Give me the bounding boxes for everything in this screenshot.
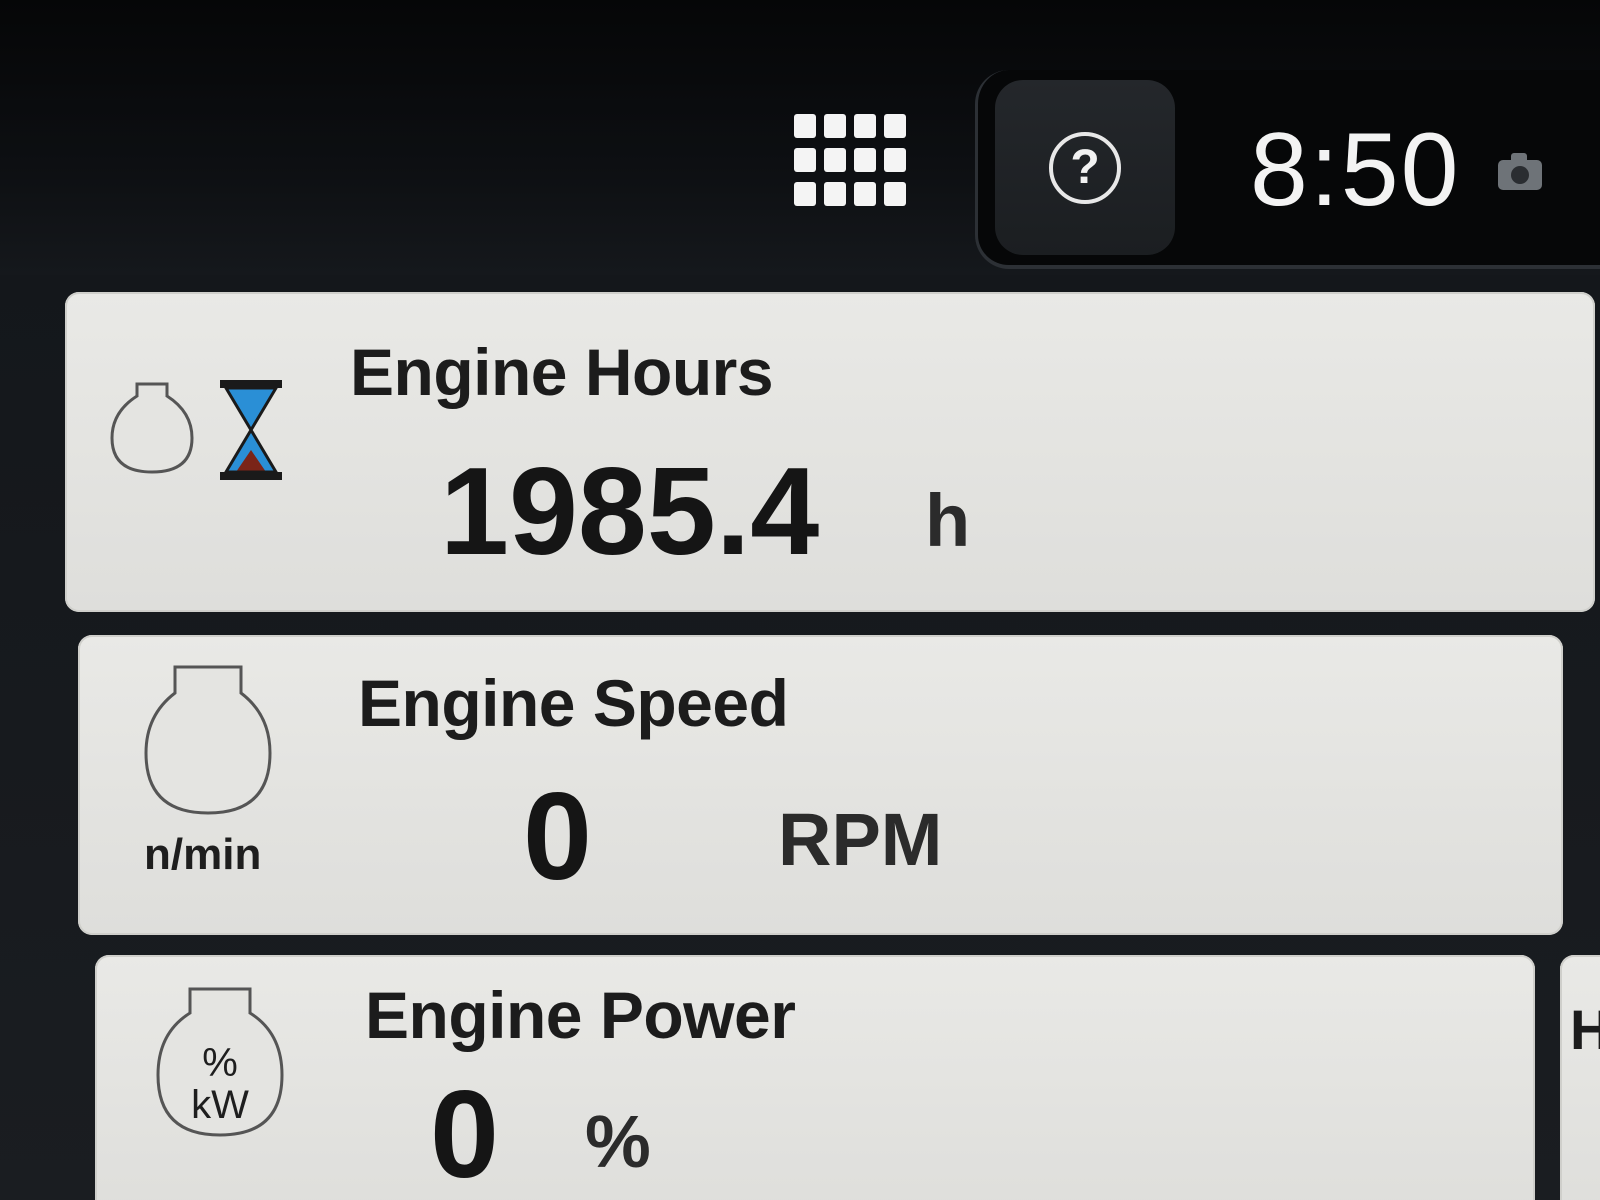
engine-power-title: Engine Power: [365, 978, 796, 1052]
engine-speed-tile[interactable]: n/min Engine Speed 0 RPM: [78, 635, 1563, 935]
apps-grid-dot: [854, 114, 876, 138]
engine-speed-value: 0: [523, 768, 592, 906]
apps-grid-dot: [884, 148, 906, 172]
apps-grid-icon[interactable]: [790, 100, 910, 220]
right-tile-partial[interactable]: H: [1560, 955, 1600, 1200]
apps-grid-dot: [794, 182, 816, 206]
engine-speed-icon: [144, 665, 272, 815]
apps-grid-dot: [824, 182, 846, 206]
apps-grid-dot: [884, 182, 906, 206]
display-screen: ? 8:50 Engine Hours 1985.4 h n/min Engin…: [0, 0, 1600, 1200]
clock: 8:50: [1250, 112, 1461, 228]
apps-grid-dot: [854, 148, 876, 172]
engine-power-value: 0: [430, 1066, 499, 1200]
apps-grid-dot: [794, 148, 816, 172]
apps-grid-dot: [884, 114, 906, 138]
engine-power-icon-percent: %: [202, 1041, 238, 1085]
engine-power-icon-kw: kW: [191, 1083, 249, 1127]
engine-hours-tile[interactable]: Engine Hours 1985.4 h: [65, 292, 1595, 612]
top-bar: ? 8:50: [0, 0, 1600, 275]
apps-grid-dot: [824, 148, 846, 172]
engine-hours-unit: h: [925, 479, 971, 562]
engine-speed-title: Engine Speed: [358, 666, 789, 740]
camera-icon[interactable]: [1498, 153, 1542, 190]
engine-hours-title: Engine Hours: [350, 335, 774, 409]
engine-power-tile[interactable]: % kW Engine Power 0 %: [95, 955, 1535, 1200]
apps-grid-dot: [824, 114, 846, 138]
apps-grid-dot: [854, 182, 876, 206]
apps-grid-dot: [794, 114, 816, 138]
engine-speed-unit: RPM: [778, 798, 943, 881]
right-tile-label: H: [1570, 998, 1600, 1061]
engine-power-unit: %: [585, 1100, 651, 1183]
help-button[interactable]: ?: [995, 80, 1175, 255]
question-mark-icon: ?: [1049, 131, 1121, 204]
engine-hourglass-icon: [110, 380, 282, 480]
engine-hours-value: 1985.4: [440, 443, 820, 581]
engine-speed-icon-label: n/min: [144, 830, 262, 879]
